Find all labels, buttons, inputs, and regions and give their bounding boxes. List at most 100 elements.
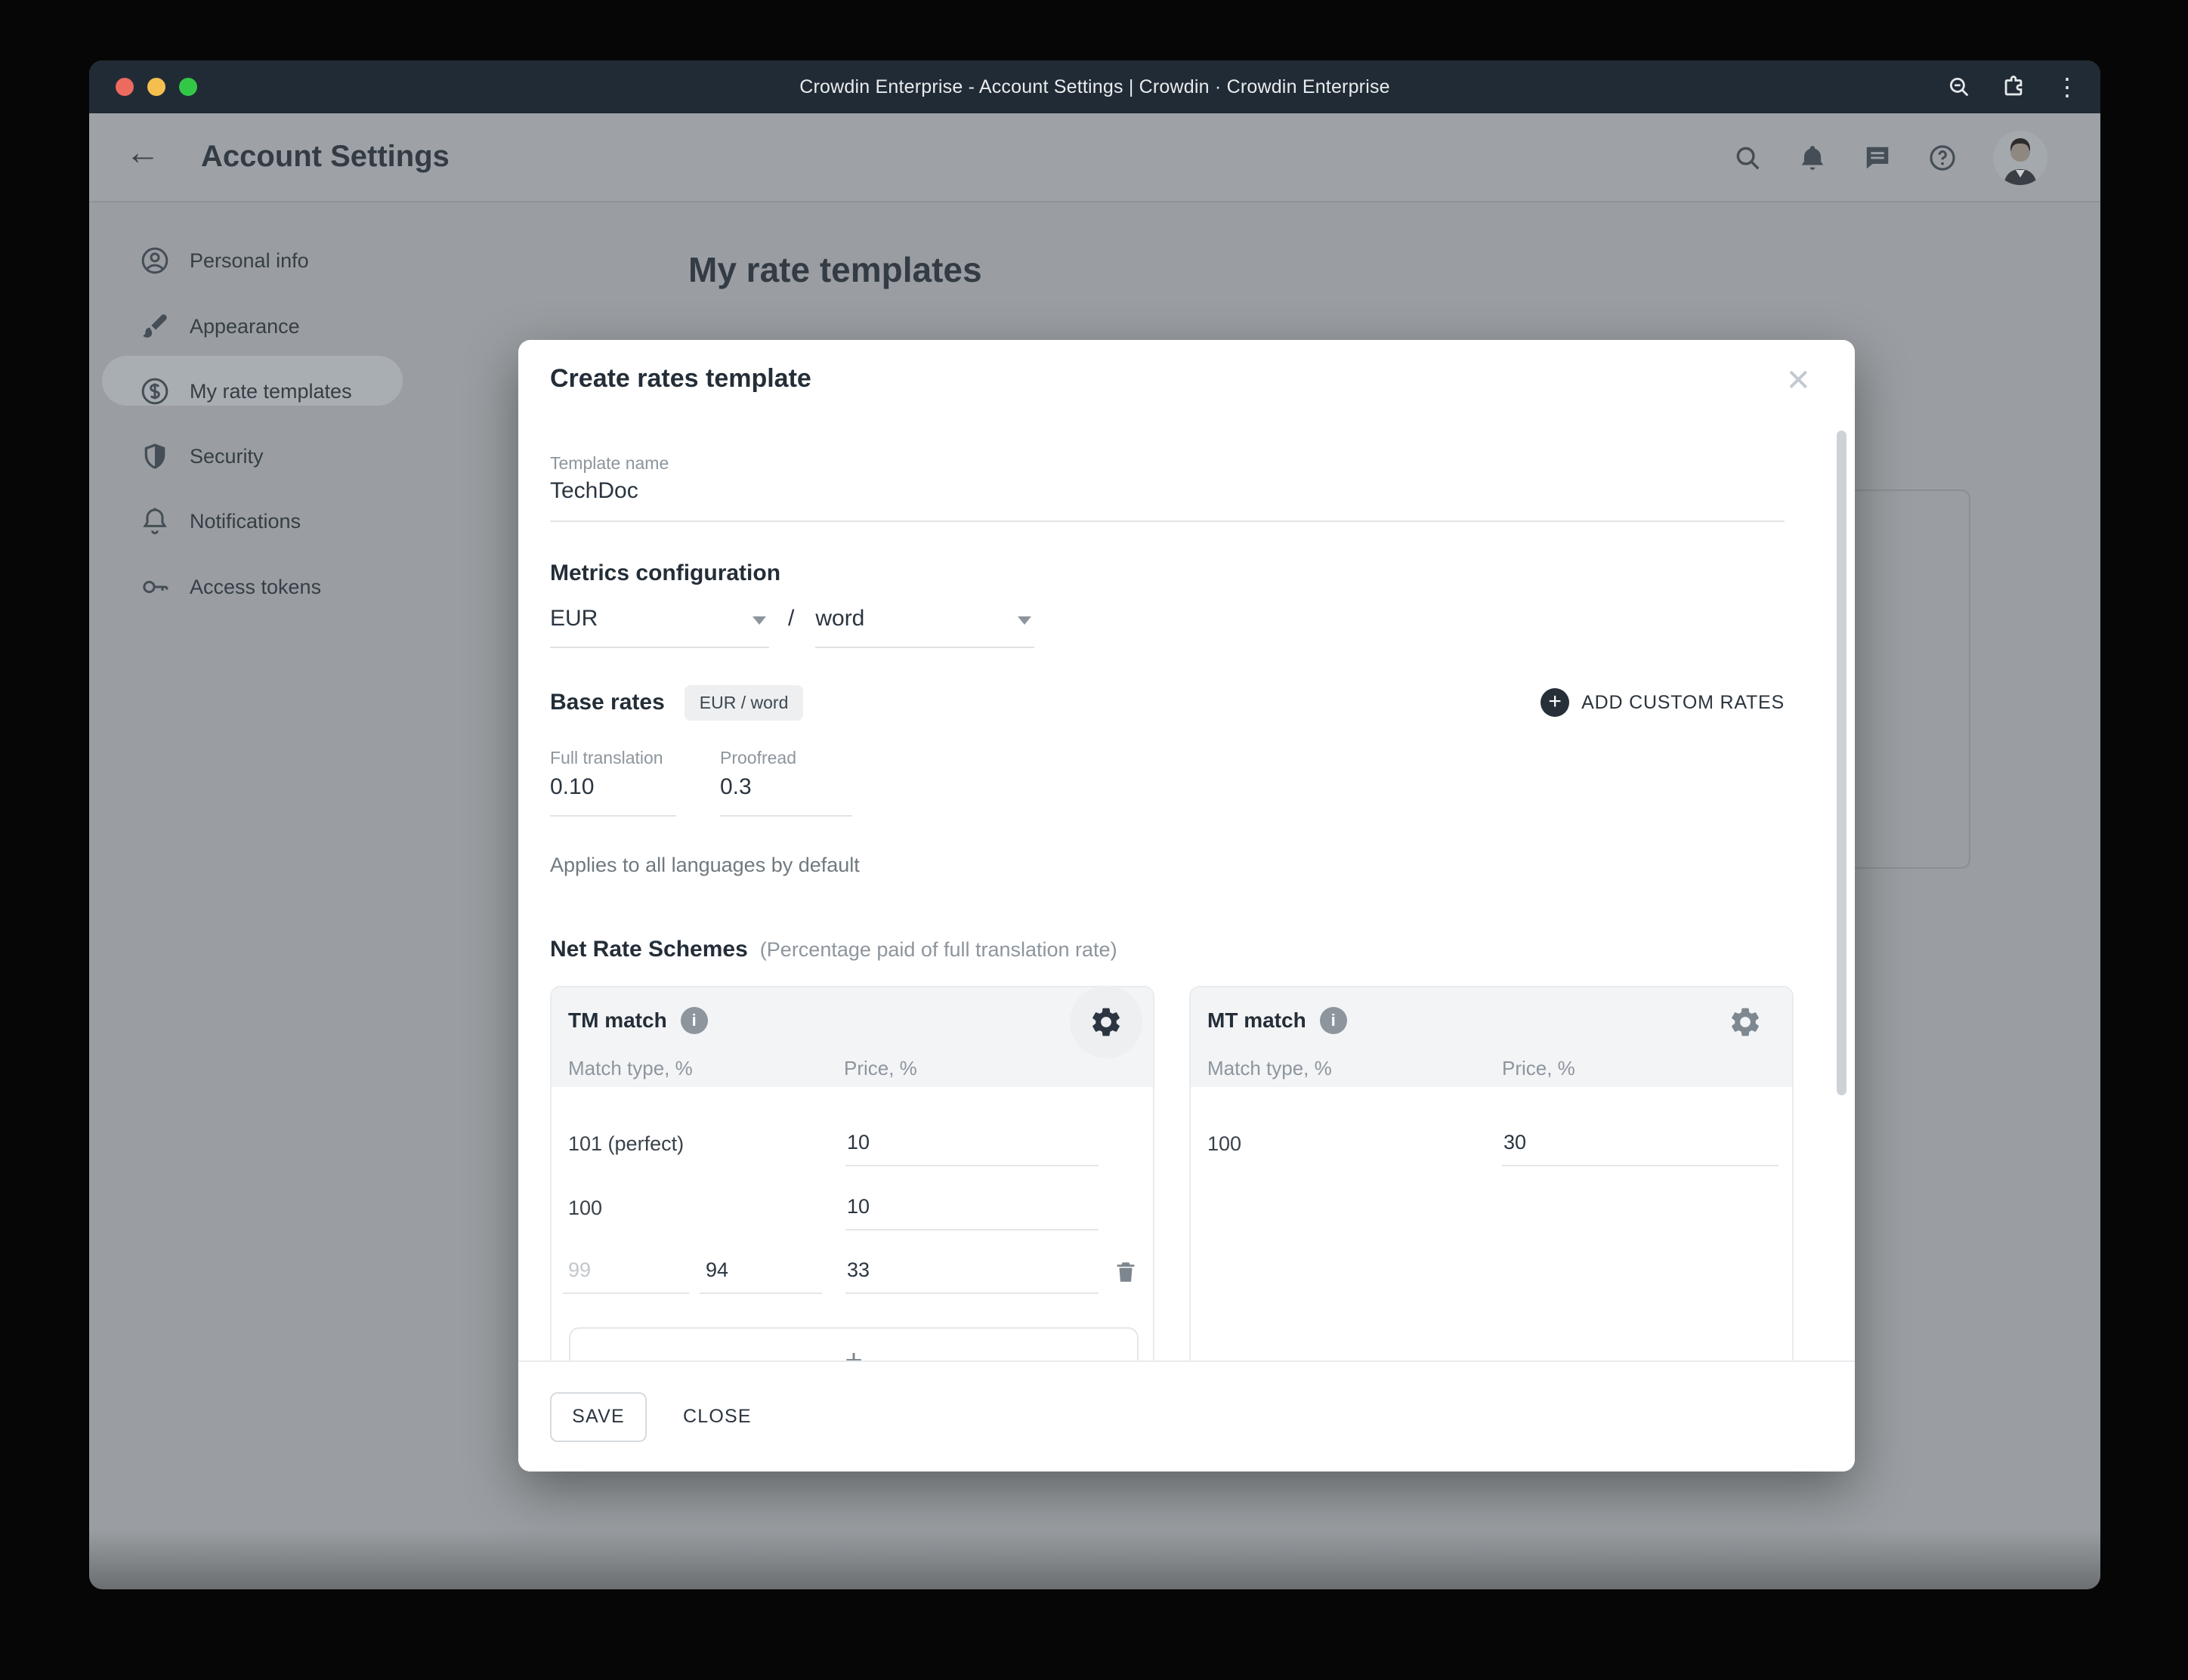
modal-footer: SAVE CLOSE [518, 1360, 1855, 1472]
zoom-out-icon[interactable] [1946, 74, 1972, 100]
metric-chip: EUR / word [684, 684, 804, 721]
sidebar-item-my-rate-templates[interactable]: My rate templates [102, 361, 404, 422]
sidebar-item-security[interactable]: Security [102, 426, 404, 486]
brush-icon [143, 314, 167, 338]
unit-value: word [815, 606, 865, 631]
sidebar-item-personal-info[interactable]: Personal info [102, 230, 404, 291]
user-circle-icon [141, 247, 168, 274]
full-translation-field: Full translation [550, 748, 676, 817]
price-column-header: Price, % [844, 1057, 917, 1079]
mt-match-card-header: MT match i Match type, % Price, % [1191, 987, 1792, 1087]
screenshot-stage: ← Account Settings Personal info Appeara… [0, 0, 2188, 1680]
match-type-value: 100 [568, 1197, 603, 1219]
sidebar-item-appearance[interactable]: Appearance [102, 296, 404, 357]
price-input[interactable] [845, 1195, 1099, 1231]
template-name-input[interactable] [550, 474, 1785, 522]
chat-icon[interactable] [1863, 144, 1892, 172]
shield-icon [144, 443, 165, 469]
titlebar-actions: ⋮ [1946, 60, 2079, 113]
match-type-column-header: Match type, % [1207, 1057, 1332, 1079]
base-rates-note: Applies to all languages by default [550, 854, 860, 876]
avatar[interactable] [1993, 131, 2047, 185]
gear-icon [1732, 1008, 1759, 1036]
info-icon[interactable]: i [680, 1007, 708, 1034]
price-input[interactable] [845, 1258, 1099, 1294]
trash-icon[interactable] [1113, 1258, 1139, 1286]
base-rates-heading: Base rates [550, 690, 665, 715]
proofread-input[interactable] [720, 768, 852, 817]
sidebar-item-notifications[interactable]: Notifications [102, 491, 404, 551]
match-type-value: 100 [1207, 1132, 1242, 1155]
bell-icon[interactable] [1798, 144, 1827, 172]
match-to-input[interactable] [700, 1258, 822, 1294]
sidebar-item-label: Appearance [190, 314, 300, 338]
metrics-slash: / [788, 606, 795, 631]
full-translation-label: Full translation [550, 748, 663, 767]
sidebar-item-label: Access tokens [190, 575, 322, 598]
help-icon[interactable] [1928, 144, 1957, 172]
back-arrow-icon[interactable]: ← [125, 134, 160, 169]
price-input[interactable] [1502, 1131, 1779, 1166]
info-icon[interactable]: i [1319, 1007, 1347, 1034]
unit-select[interactable]: word [815, 603, 1035, 648]
window-bottom-shade [89, 1529, 2100, 1589]
plus-circle-icon: + [1541, 688, 1570, 717]
proofread-field: Proofread [720, 748, 852, 817]
browser-menu-icon[interactable]: ⋮ [2055, 75, 2079, 99]
sidebar-item-label: My rate templates [190, 379, 352, 403]
match-type-value: 101 (perfect) [568, 1132, 685, 1155]
create-rates-template-modal: Create rates template ✕ Template name Me… [518, 340, 1855, 1472]
base-rates-row: Base rates EUR / word + ADD CUSTOM RATES [550, 681, 1785, 724]
currency-select[interactable]: EUR [550, 603, 769, 648]
browser-window: ← Account Settings Personal info Appeara… [89, 60, 2100, 1589]
modal-scrollbar[interactable] [1837, 431, 1847, 1095]
window-title: Crowdin Enterprise - Account Settings | … [799, 76, 1390, 97]
sidebar-item-label: Notifications [190, 509, 301, 533]
key-icon [143, 580, 168, 594]
page-title: Account Settings [201, 140, 450, 173]
close-window-button[interactable] [116, 78, 134, 96]
currency-value: EUR [550, 606, 598, 631]
tm-match-card: TM match i Match type, % Price, % 101 (p… [550, 986, 1154, 1392]
modal-title: Create rates template [550, 364, 811, 393]
chevron-down-icon [753, 616, 766, 625]
zoom-window-button[interactable] [179, 78, 197, 96]
price-column-header: Price, % [1502, 1057, 1575, 1079]
minimize-window-button[interactable] [147, 78, 165, 96]
add-custom-rates-button[interactable]: + ADD CUSTOM RATES [1541, 688, 1785, 717]
full-translation-input[interactable] [550, 768, 676, 817]
sidebar-item-access-tokens[interactable]: Access tokens [102, 557, 404, 617]
sidebar-item-label: Personal info [190, 249, 309, 272]
metrics-selects: EUR / word [550, 603, 1079, 648]
mt-match-title: MT match [1207, 1008, 1306, 1032]
template-name-label: Template name [550, 453, 669, 473]
dollar-circle-icon [141, 378, 168, 405]
background-page-title: My rate templates [688, 250, 982, 289]
save-button[interactable]: SAVE [550, 1391, 647, 1442]
bell-outline-icon [143, 508, 167, 535]
metrics-heading: Metrics configuration [550, 561, 781, 585]
titlebar: Crowdin Enterprise - Account Settings | … [89, 60, 2100, 113]
mt-match-card: MT match i Match type, % Price, % 100 [1189, 986, 1794, 1379]
close-button[interactable]: CLOSE [672, 1398, 762, 1435]
template-name-field: Template name [550, 453, 1785, 522]
close-icon[interactable]: ✕ [1785, 366, 1811, 396]
tm-match-card-header: TM match i Match type, % Price, % [552, 986, 1153, 1087]
mt-match-settings-button[interactable] [1709, 986, 1782, 1058]
tm-match-title: TM match [568, 1008, 667, 1032]
net-rate-schemes-heading: Net Rate Schemes [550, 937, 748, 962]
app-header: ← Account Settings [89, 113, 2100, 202]
search-icon[interactable] [1733, 144, 1762, 172]
sidebar-item-label: Security [190, 444, 264, 468]
match-from-input[interactable] [563, 1258, 689, 1294]
net-rate-schemes-heading-row: Net Rate Schemes (Percentage paid of ful… [550, 937, 1117, 962]
price-input[interactable] [845, 1131, 1099, 1166]
match-type-column-header: Match type, % [568, 1057, 693, 1079]
tm-match-settings-button[interactable] [1070, 986, 1142, 1058]
header-icons [1733, 113, 2047, 202]
proofread-label: Proofread [720, 748, 797, 767]
add-custom-rates-label: ADD CUSTOM RATES [1581, 691, 1785, 713]
extensions-icon[interactable] [2001, 74, 2026, 100]
gear-icon [1092, 1008, 1120, 1036]
net-rate-schemes-subheading: (Percentage paid of full translation rat… [759, 938, 1117, 961]
